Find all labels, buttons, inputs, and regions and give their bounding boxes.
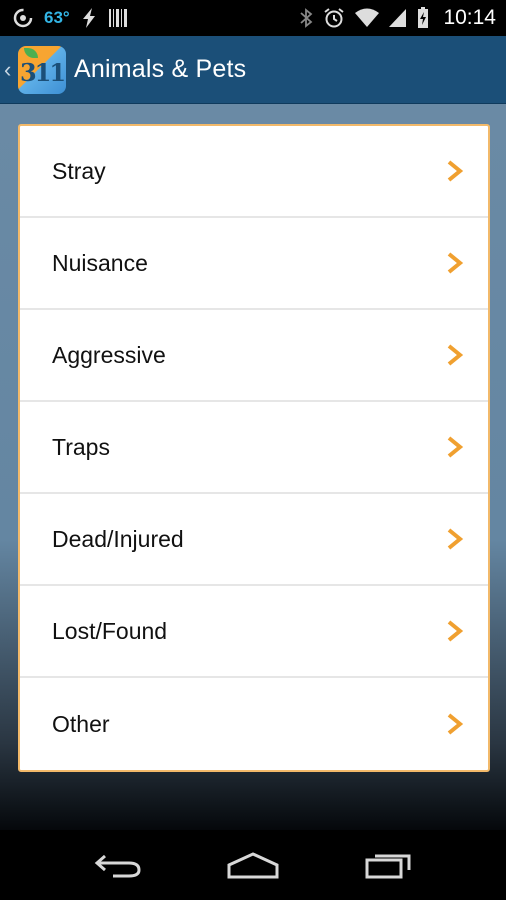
status-bar-right: 10:14 (299, 6, 496, 30)
category-menu: Stray Nuisance Aggressive Traps Dead/Inj… (18, 124, 490, 772)
wifi-icon (355, 8, 380, 28)
recent-apps-icon (365, 854, 411, 879)
menu-item-aggressive[interactable]: Aggressive (20, 310, 488, 402)
recent-apps-button[interactable] (348, 835, 428, 895)
chevron-right-icon (447, 344, 464, 366)
barcode-icon (108, 8, 128, 28)
lightning-icon (80, 8, 98, 28)
system-navigation-bar (0, 830, 506, 900)
logo-leaf-icon (24, 47, 38, 58)
menu-item-label: Dead/Injured (52, 525, 184, 552)
menu-item-dead-injured[interactable]: Dead/Injured (20, 494, 488, 586)
menu-item-label: Stray (52, 157, 106, 184)
menu-item-lost-found[interactable]: Lost/Found (20, 586, 488, 678)
alarm-icon (323, 7, 345, 29)
page-title: Animals & Pets (74, 55, 247, 83)
home-button[interactable] (213, 835, 293, 895)
status-bar: 63° 10:14 (0, 0, 506, 36)
menu-item-label: Aggressive (52, 341, 166, 368)
menu-item-label: Nuisance (52, 249, 148, 276)
menu-item-nuisance[interactable]: Nuisance (20, 218, 488, 310)
status-bar-left: 63° (12, 7, 128, 29)
menu-item-stray[interactable]: Stray (20, 126, 488, 218)
menu-item-label: Lost/Found (52, 617, 168, 644)
chevron-right-icon (447, 713, 464, 735)
action-bar: ‹ 311 Animals & Pets (0, 36, 506, 104)
menu-item-label: Traps (52, 433, 110, 460)
signal-icon (389, 8, 407, 28)
chevron-right-icon (447, 620, 464, 642)
temperature-text: 63° (44, 8, 70, 27)
battery-icon (417, 7, 429, 29)
back-icon (94, 854, 141, 878)
menu-item-label: Other (52, 710, 110, 737)
up-navigation-chevron-icon[interactable]: ‹ (4, 57, 16, 83)
chevron-right-icon (447, 252, 464, 274)
chevron-right-icon (447, 160, 464, 182)
chevron-right-icon (447, 528, 464, 550)
bluetooth-icon (299, 8, 313, 28)
menu-item-other[interactable]: Other (20, 678, 488, 770)
back-button[interactable] (78, 835, 158, 895)
chevron-right-icon (447, 436, 464, 458)
app-notification-icon (12, 7, 34, 29)
app-logo[interactable]: 311 (18, 45, 66, 94)
content-area: Stray Nuisance Aggressive Traps Dead/Inj… (0, 104, 506, 830)
menu-item-traps[interactable]: Traps (20, 402, 488, 494)
clock-text: 10:14 (443, 6, 496, 29)
logo-text: 311 (19, 58, 66, 87)
home-icon (227, 852, 279, 879)
